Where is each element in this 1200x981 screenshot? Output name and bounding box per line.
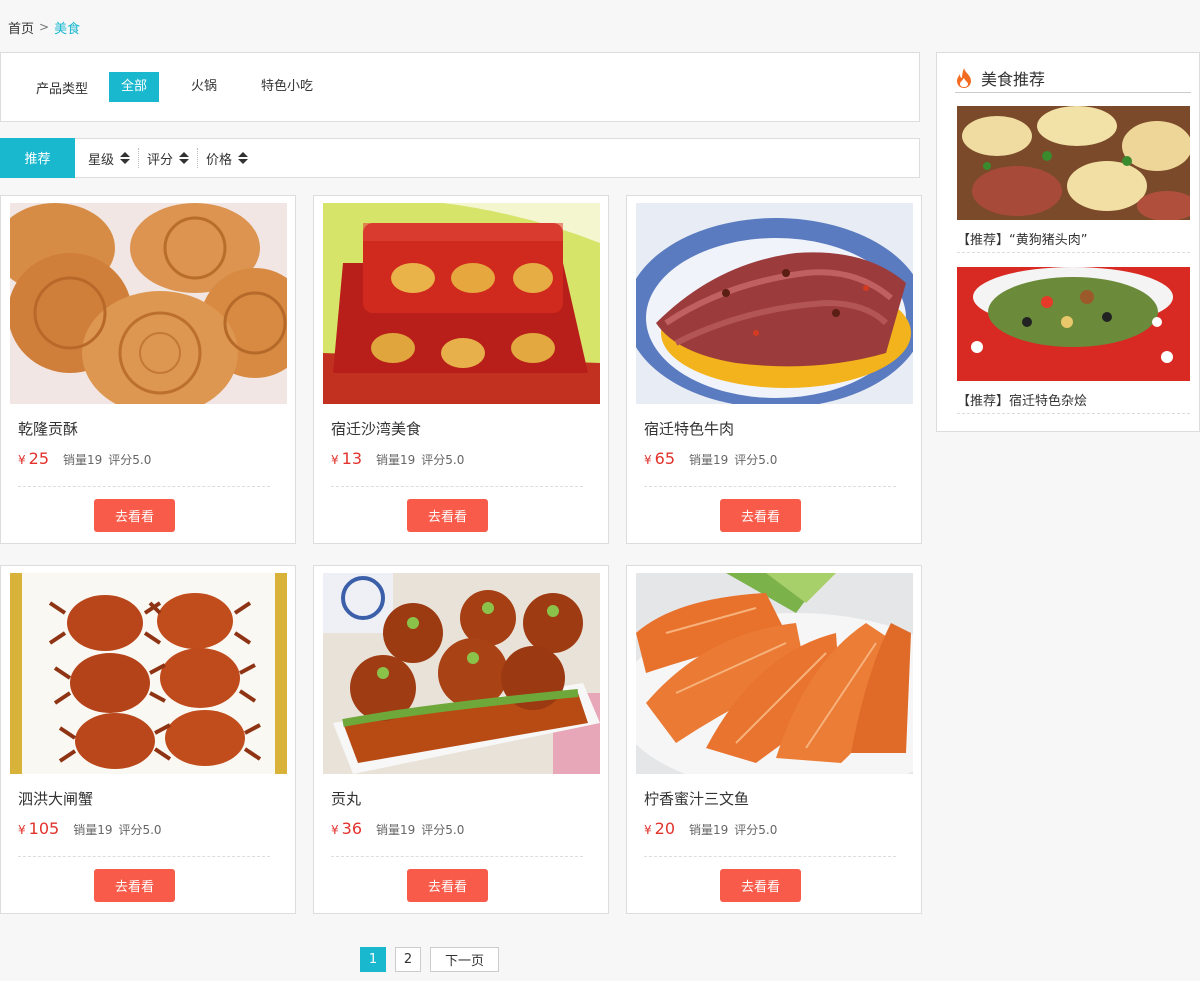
beef-image: [636, 203, 913, 404]
meatballs-image: [323, 573, 600, 774]
product-image[interactable]: [636, 203, 913, 404]
sort-star-label: 星级: [88, 152, 115, 168]
page-1-button[interactable]: 1: [360, 947, 386, 972]
product-name[interactable]: 宿迁沙湾美食: [331, 418, 421, 439]
product-rating: 评分5.0: [421, 453, 465, 467]
sort-rating[interactable]: 评分: [138, 148, 197, 168]
filter-title: 产品类型: [36, 81, 89, 97]
filter-option-snacks[interactable]: 特色小吃: [249, 72, 325, 102]
sort-price[interactable]: 价格: [197, 148, 256, 168]
product-price: ¥13: [331, 449, 362, 468]
view-button[interactable]: 去看看: [407, 869, 488, 902]
product-sales: 销量19: [376, 823, 416, 837]
divider: [18, 486, 270, 487]
product-rating: 评分5.0: [734, 823, 778, 837]
product-card: 乾隆贡酥 ¥25 销量19 评分5.0 去看看: [0, 195, 296, 544]
product-meta: ¥25 销量19 评分5.0: [18, 449, 151, 468]
view-button[interactable]: 去看看: [407, 499, 488, 532]
filter-option-all[interactable]: 全部: [109, 72, 160, 102]
product-meta: ¥65 销量19 评分5.0: [644, 449, 777, 468]
product-image[interactable]: [10, 203, 287, 404]
product-sales: 销量19: [689, 823, 729, 837]
breadcrumb: 首页 > 美食: [8, 18, 80, 37]
sort-arrows-icon: [238, 152, 249, 164]
filter-option-hotpot[interactable]: 火锅: [179, 72, 229, 102]
food-recommendation-sidebar: 美食推荐 【推荐】“黄狗猪头肉” 【推荐】宿迁特色杂烩: [936, 52, 1200, 432]
sidebar-header: 美食推荐: [955, 63, 1191, 93]
divider: [331, 486, 583, 487]
product-image[interactable]: [323, 203, 600, 404]
sort-recommended[interactable]: 推荐: [0, 137, 75, 178]
view-button[interactable]: 去看看: [94, 499, 175, 532]
page-2-button[interactable]: 2: [395, 947, 421, 972]
sidebar-item[interactable]: 【推荐】宿迁特色杂烩: [957, 267, 1190, 414]
product-name[interactable]: 贡丸: [331, 788, 361, 809]
sort-arrows-icon: [120, 152, 131, 164]
product-sales: 销量19: [376, 453, 416, 467]
product-sales: 销量19: [63, 453, 103, 467]
sort-bar: 推荐 星级 评分 价格: [0, 137, 920, 178]
product-card: 泗洪大闸蟹 ¥105 销量19 评分5.0 去看看: [0, 565, 296, 914]
jelly-image: [323, 203, 600, 404]
product-meta: ¥13 销量19 评分5.0: [331, 449, 464, 468]
pagination: 1 2 下一页: [360, 947, 499, 972]
product-price: ¥25: [18, 449, 49, 468]
sort-star[interactable]: 星级: [75, 148, 138, 168]
pastry-image: [10, 203, 287, 404]
divider: [331, 856, 583, 857]
product-image[interactable]: [323, 573, 600, 774]
sort-rating-label: 评分: [147, 152, 174, 168]
product-price: ¥105: [18, 819, 60, 838]
next-page-button[interactable]: 下一页: [430, 947, 499, 972]
product-card: 柠香蜜汁三文鱼 ¥20 销量19 评分5.0 去看看: [626, 565, 922, 914]
salmon-image: [636, 573, 913, 774]
product-rating: 评分5.0: [118, 823, 162, 837]
sidebar-title: 美食推荐: [981, 69, 1046, 89]
view-button[interactable]: 去看看: [94, 869, 175, 902]
product-meta: ¥36 销量19 评分5.0: [331, 819, 464, 838]
product-meta: ¥105 销量19 评分5.0: [18, 819, 162, 838]
flame-icon: [957, 67, 971, 88]
stirfry-image: [957, 106, 1190, 220]
product-image[interactable]: [10, 573, 287, 774]
product-name[interactable]: 宿迁特色牛肉: [644, 418, 734, 439]
product-price: ¥36: [331, 819, 362, 838]
sort-arrows-icon: [179, 152, 190, 164]
view-button[interactable]: 去看看: [720, 869, 801, 902]
bowl-image: [957, 267, 1190, 381]
product-type-filter: 产品类型 全部 火锅 特色小吃: [0, 52, 920, 122]
product-price: ¥20: [644, 819, 675, 838]
sidebar-item-image[interactable]: [957, 267, 1190, 381]
product-card: 宿迁沙湾美食 ¥13 销量19 评分5.0 去看看: [313, 195, 609, 544]
sidebar-item-image[interactable]: [957, 106, 1190, 220]
breadcrumb-home-link[interactable]: 首页: [8, 18, 34, 37]
product-name[interactable]: 柠香蜜汁三文鱼: [644, 788, 749, 809]
product-card: 贡丸 ¥36 销量19 评分5.0 去看看: [313, 565, 609, 914]
crabs-image: [10, 573, 287, 774]
product-card: 宿迁特色牛肉 ¥65 销量19 评分5.0 去看看: [626, 195, 922, 544]
product-name[interactable]: 乾隆贡酥: [18, 418, 78, 439]
sort-price-label: 价格: [206, 152, 233, 168]
divider: [644, 856, 896, 857]
view-button[interactable]: 去看看: [720, 499, 801, 532]
product-name[interactable]: 泗洪大闸蟹: [18, 788, 93, 809]
divider: [18, 856, 270, 857]
product-rating: 评分5.0: [108, 453, 152, 467]
chevron-right-icon: >: [39, 20, 50, 34]
product-sales: 销量19: [689, 453, 729, 467]
sidebar-item[interactable]: 【推荐】“黄狗猪头肉”: [957, 106, 1190, 253]
product-image[interactable]: [636, 573, 913, 774]
sidebar-item-caption[interactable]: 【推荐】宿迁特色杂烩: [957, 390, 1190, 414]
product-rating: 评分5.0: [734, 453, 778, 467]
product-rating: 评分5.0: [421, 823, 465, 837]
product-meta: ¥20 销量19 评分5.0: [644, 819, 777, 838]
sidebar-item-caption[interactable]: 【推荐】“黄狗猪头肉”: [957, 229, 1190, 253]
divider: [644, 486, 896, 487]
product-grid: 乾隆贡酥 ¥25 销量19 评分5.0 去看看 宿迁沙湾美食 ¥ 13 销量19…: [0, 195, 922, 914]
breadcrumb-current[interactable]: 美食: [54, 18, 80, 37]
product-price: ¥65: [644, 449, 675, 468]
product-sales: 销量19: [73, 823, 113, 837]
